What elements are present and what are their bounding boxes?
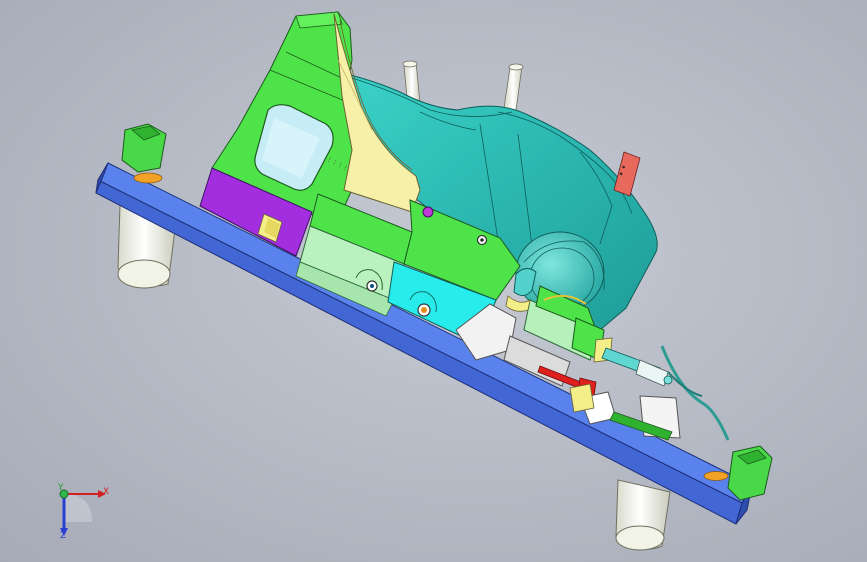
x-axis-label: X <box>103 487 110 497</box>
z-axis-label: Z <box>60 531 67 541</box>
3d-viewport[interactable]: ⋮⋮⋮⋮ ▪ ▪ X Y Z <box>0 0 867 562</box>
y-axis-label: Y <box>58 483 64 493</box>
fixture-model[interactable]: ⋮⋮⋮⋮ ▪ ▪ <box>0 0 867 562</box>
guide-pin-2 <box>503 63 524 111</box>
label-tag: ▪ ▪ <box>613 151 641 197</box>
support-leg-right <box>615 479 671 551</box>
